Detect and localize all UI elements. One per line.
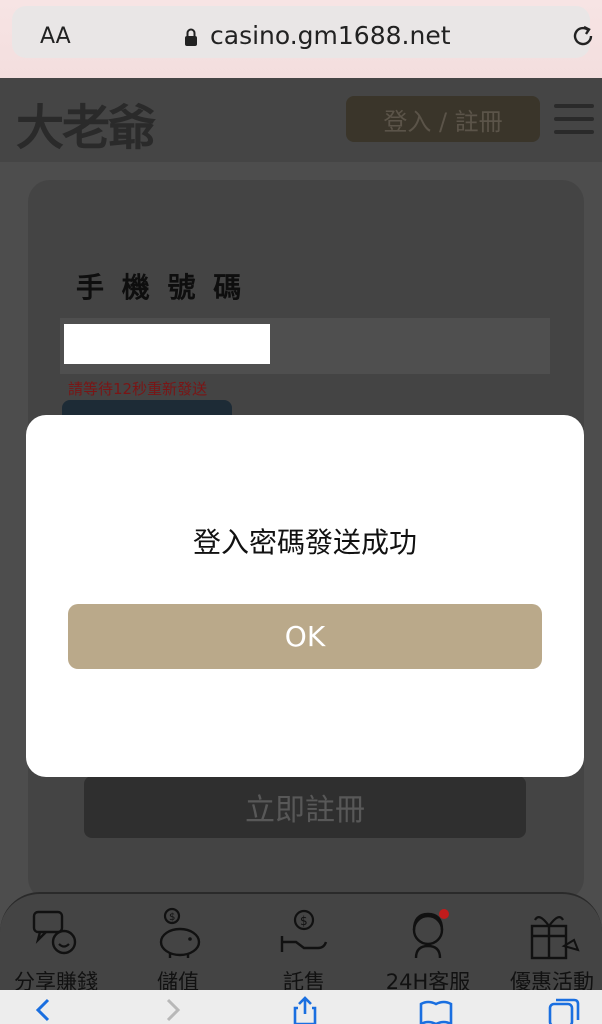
svg-text:$: $ [169, 912, 175, 923]
nav-item-promotions[interactable]: 優惠活動 [502, 906, 602, 996]
bookmarks-icon[interactable] [418, 996, 454, 1024]
text-size-button[interactable]: AA [40, 24, 71, 49]
resend-wait-text: 請等待12秒重新發送 [68, 380, 208, 398]
redacted-phone-number [64, 324, 270, 364]
address-field[interactable]: AA casino.gm1688.net [12, 6, 593, 58]
nav-item-deposit[interactable]: $ 儲值 [128, 906, 228, 996]
tabs-icon[interactable] [546, 996, 582, 1024]
site-header: 大老爺 登入 / 註冊 [0, 78, 602, 162]
forward-icon[interactable] [160, 996, 186, 1024]
url-text: casino.gm1688.net [210, 21, 451, 50]
safari-toolbar [0, 990, 602, 1024]
customer-service-icon [412, 909, 449, 959]
piggy-bank-icon: $ [159, 907, 201, 958]
site-background: 大老爺 登入 / 註冊 手 機 號 碼 請等待12秒重新發送 立即註冊 分享賺錢… [0, 78, 602, 1024]
ok-button[interactable]: OK [68, 604, 542, 669]
share-icon[interactable] [290, 996, 320, 1024]
site-logo[interactable]: 大老爺 [16, 88, 156, 158]
svg-text:$: $ [300, 914, 308, 928]
gift-icon [530, 916, 580, 960]
reload-icon[interactable] [570, 23, 596, 49]
lock-icon [185, 28, 197, 46]
login-card: 手 機 號 碼 請等待12秒重新發送 立即註冊 [28, 180, 584, 900]
back-icon[interactable] [30, 996, 56, 1024]
phone-label: 手 機 號 碼 [76, 271, 246, 304]
nav-item-support[interactable]: 24H客服 [378, 906, 478, 996]
bottom-nav: 分享賺錢 $ 儲值 $ 託售 24H客服 優惠活動 [0, 892, 602, 1000]
nav-item-share[interactable]: 分享賺錢 [6, 906, 106, 996]
browser-url-bar: AA casino.gm1688.net [0, 0, 602, 78]
register-button[interactable]: 立即註冊 [84, 776, 526, 838]
hand-coin-icon: $ [280, 909, 328, 952]
nav-item-sell[interactable]: $ 託售 [254, 906, 354, 996]
send-code-button[interactable] [62, 400, 232, 430]
share-earn-icon [32, 910, 77, 955]
login-register-button[interactable]: 登入 / 註冊 [346, 96, 540, 142]
menu-icon[interactable] [554, 104, 594, 134]
